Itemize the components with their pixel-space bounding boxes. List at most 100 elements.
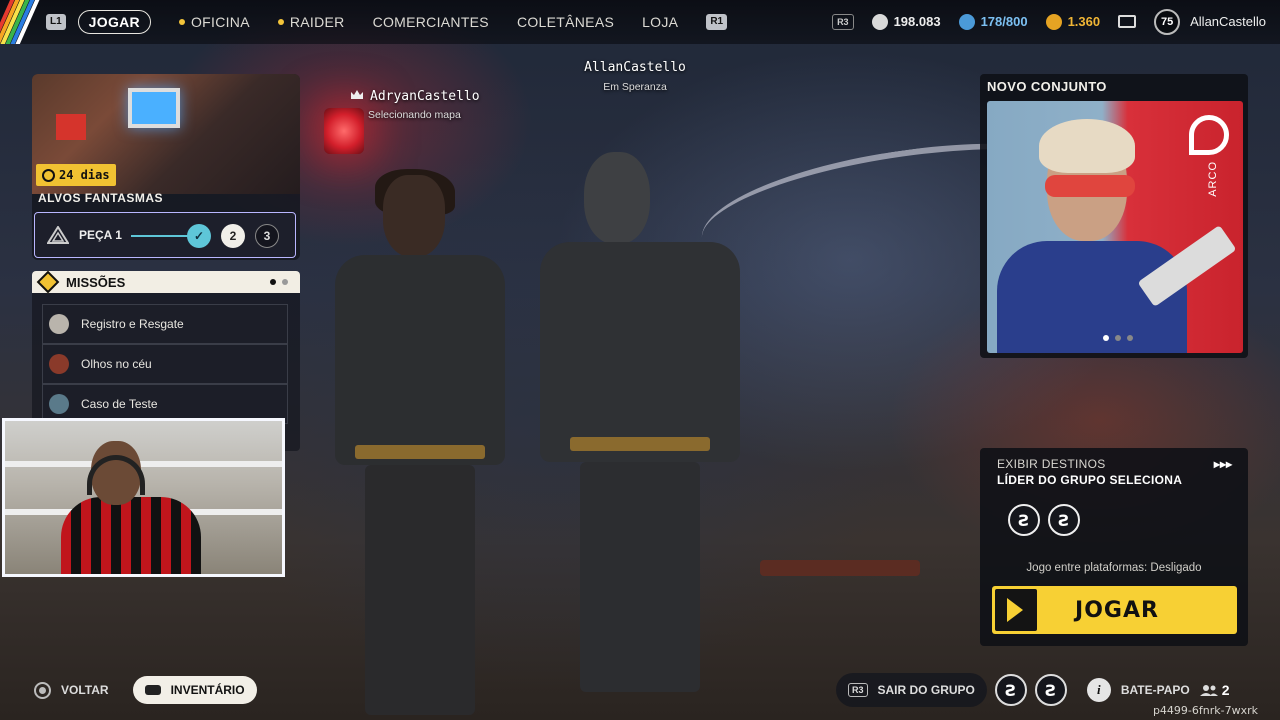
inventory-button[interactable]: INVENTÁRIO [132, 676, 257, 704]
mail-icon[interactable] [1118, 15, 1137, 28]
carousel-dots [1103, 335, 1133, 341]
step-complete-check: ✓ [187, 224, 211, 248]
notification-dot-icon [277, 18, 284, 25]
group-members[interactable]: 2 [1199, 682, 1230, 698]
mission-label: Olhos no céu [81, 357, 152, 371]
coins-icon [871, 13, 888, 30]
nav-tab-jogar[interactable]: JOGAR [77, 9, 151, 34]
chat-info-icon: i [1086, 678, 1111, 702]
event-title: ALVOS FANTASMAS [38, 191, 164, 205]
character-legs [365, 465, 475, 715]
missions-header[interactable]: MISSÕES [32, 271, 300, 294]
leave-group-button[interactable]: R3 SAIR DO GRUPO [836, 673, 987, 707]
nav-tab-oficina[interactable]: OFICINA [178, 13, 250, 30]
party-member-ready-icon: Ƨ [1008, 504, 1040, 536]
carousel-dot[interactable] [1115, 335, 1121, 341]
player-label-center: AllanCastello Em Speranza [560, 60, 710, 93]
notification-dot-icon [178, 18, 185, 25]
timer-value: 24 dias [59, 168, 110, 182]
character-torso [335, 255, 505, 465]
r1-button-hint[interactable]: R1 [706, 13, 728, 30]
nav-tab-comerciantes[interactable]: COMERCIANTES [373, 14, 489, 30]
streamer [61, 441, 201, 574]
player-status: Selecionando mapa [368, 109, 461, 121]
mission-item[interactable]: Registro e Resgate [42, 304, 288, 344]
brand-stripes [0, 0, 40, 44]
stopwatch-icon [42, 168, 55, 182]
party-member-avatar-icon[interactable]: Ƨ [1034, 674, 1067, 706]
deploy-panel: EXIBIR DESTINOS LÍDER DO GRUPO SELECIONA… [980, 448, 1248, 646]
missions-title: MISSÕES [66, 274, 126, 290]
r3-button-hint: R3 [832, 13, 854, 30]
new-set-title: NOVO CONJUNTO [987, 79, 1107, 94]
new-set-panel[interactable]: NOVO CONJUNTO ARCO [980, 74, 1248, 358]
player-name: AllanCastello [584, 60, 686, 75]
nav-tab-label: JOGAR [88, 13, 140, 30]
brand-name: ARCO [1207, 161, 1219, 197]
character-head [584, 152, 650, 244]
bottom-right-controls: R3 SAIR DO GRUPO Ƨ Ƨ i BATE-PAPO 2 [836, 673, 1242, 707]
party-leader-avatar-icon[interactable]: Ƨ [994, 674, 1027, 706]
background-table [760, 560, 920, 576]
nav-tab-label: OFICINA [190, 13, 250, 30]
nav-tab-label: LOJA [642, 13, 679, 30]
player-label-left: AdryanCastello Selecionando mapa [350, 89, 480, 121]
capacity-counter[interactable]: 178/800 [958, 13, 1028, 30]
piece-label: PEÇA 1 [79, 228, 122, 242]
nav-tab-coletaneas[interactable]: COLETÂNEAS [517, 14, 614, 30]
destinations-label[interactable]: EXIBIR DESTINOS [997, 457, 1106, 471]
step-2: 2 [221, 224, 245, 248]
nav-tab-label: RAIDER [289, 13, 345, 30]
step-3: 3 [255, 224, 279, 248]
player-level-badge: 75 [1154, 8, 1181, 35]
triangle-icon [47, 226, 69, 244]
carousel-dot[interactable] [1127, 335, 1133, 341]
group-count: 2 [1221, 682, 1230, 698]
artwork-hair [1039, 119, 1135, 173]
carousel-dot-active[interactable] [1103, 335, 1109, 341]
mission-item[interactable]: Olhos no céu [42, 344, 288, 384]
play-button[interactable]: JOGAR [992, 586, 1237, 634]
premium-counter[interactable]: 1.360 [1045, 13, 1101, 30]
mission-label: Registro e Resgate [81, 317, 184, 331]
tv-screen [128, 88, 180, 128]
streamer-webcam [2, 418, 285, 577]
premium-currency-icon [1045, 13, 1062, 30]
nav-tab-label: COLETÂNEAS [516, 13, 615, 30]
coins-value: 198.083 [893, 14, 941, 29]
streamer-shirt [61, 497, 201, 574]
player-status: Em Speranza [603, 81, 667, 93]
event-progress[interactable]: PEÇA 1 ✓ 2 3 [34, 212, 296, 258]
profile[interactable]: 75 AllanCastello [1154, 8, 1266, 35]
chat-button[interactable]: i BATE-PAPO 2 [1075, 673, 1242, 707]
chat-label: BATE-PAPO [1120, 683, 1190, 697]
expand-arrows-icon[interactable]: ▸▸▸ [1214, 457, 1232, 471]
nav-tab-loja[interactable]: LOJA [642, 14, 678, 30]
main-nav: L1 JOGAR OFICINA RAIDER COMERCIANTES COLETÂN… [46, 8, 728, 35]
touchpad-icon [144, 685, 161, 695]
r3-button-hint: R3 [848, 683, 868, 697]
leave-group-label: SAIR DO GRUPO [877, 683, 975, 697]
mission-giver-avatar [49, 314, 69, 334]
nav-tab-raider[interactable]: RAIDER [277, 13, 345, 30]
username: AllanCastello [1190, 14, 1266, 29]
premium-value: 1.360 [1067, 14, 1101, 29]
back-button[interactable]: VOLTAR [61, 683, 109, 697]
stash-icon [958, 13, 975, 30]
circle-button-icon [34, 681, 51, 699]
session-code: p4499-6fnrk-7wxrk [1152, 704, 1258, 717]
mission-giver-avatar [49, 354, 69, 374]
character-torso [540, 242, 740, 462]
character-head [383, 175, 445, 257]
coins-counter[interactable]: 198.083 [871, 13, 941, 30]
people-icon [1199, 685, 1218, 696]
crossplay-status: Jogo entre plataformas: Desligado [1026, 562, 1202, 574]
character-belt [570, 437, 710, 451]
l1-button-hint[interactable]: L1 [46, 13, 66, 30]
page-dot-active [270, 279, 276, 285]
leader-selects-label: LÍDER DO GRUPO SELECIONA [997, 473, 1183, 487]
currency-bar: R3 198.083 178/800 1.360 75 AllanCastell… [832, 8, 1266, 35]
arco-logo-icon [1189, 115, 1229, 155]
player-name: AdryanCastello [370, 89, 480, 104]
mission-label: Caso de Teste [81, 397, 158, 411]
